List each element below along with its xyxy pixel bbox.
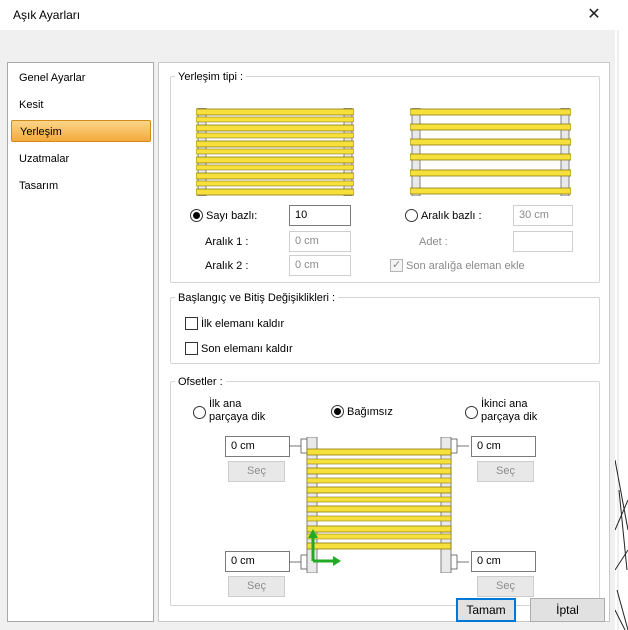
dialog-client: Genel Ayarlar Kesit Yerleşim Uzatmalar T…	[0, 30, 615, 630]
title-bar: Aşık Ayarları ✕	[0, 0, 628, 30]
bottom-left-offset-input[interactable]: 0 cm	[225, 551, 290, 572]
spacing2-input[interactable]: 0 cm	[289, 255, 351, 276]
count-based-diagram	[196, 108, 354, 196]
top-right-offset-input[interactable]: 0 cm	[471, 436, 536, 457]
nav-list: Genel Ayarlar Kesit Yerleşim Uzatmalar T…	[7, 62, 154, 622]
nav-item-design[interactable]: Tasarım	[11, 175, 151, 197]
background-drawing	[615, 30, 628, 630]
background-window-strip	[615, 30, 628, 630]
remove-first-checkbox[interactable]	[185, 317, 198, 330]
remove-last-label: Son elemanı kaldır	[201, 343, 293, 355]
nav-item-section[interactable]: Kesit	[11, 94, 151, 116]
bottom-left-select-button[interactable]: Seç	[228, 576, 285, 597]
spacing2-label: Aralık 2 :	[205, 260, 249, 272]
endchanges-group-title: Başlangıç ve Bitiş Değişiklikleri :	[175, 292, 339, 304]
placement-group-title: Yerleşim tipi :	[175, 71, 247, 83]
close-icon[interactable]: ✕	[582, 4, 606, 26]
second-perp-label-line1: İkinci ana	[481, 398, 528, 410]
window-title: Aşık Ayarları	[13, 8, 81, 22]
bottom-right-offset-input[interactable]: 0 cm	[471, 551, 536, 572]
cancel-button[interactable]: İptal	[530, 598, 605, 622]
spacing-based-radio[interactable]	[405, 209, 418, 222]
count-field[interactable]	[513, 231, 573, 252]
spacing1-label: Aralık 1 :	[205, 236, 249, 248]
independent-radio[interactable]	[331, 405, 344, 418]
spacing-input[interactable]: 30 cm	[513, 205, 573, 226]
spacing-based-diagram	[410, 108, 571, 196]
count-input[interactable]: 10	[289, 205, 351, 226]
first-perp-label-line1: İlk ana	[209, 398, 242, 410]
nav-item-label: Genel Ayarlar	[19, 72, 86, 84]
nav-item-label: Kesit	[19, 99, 44, 111]
add-last-label: Son aralığa eleman ekle	[406, 260, 525, 272]
offset-diagram	[289, 437, 469, 573]
ok-button[interactable]: Tamam	[456, 598, 516, 622]
nav-item-extensions[interactable]: Uzatmalar	[11, 148, 151, 170]
remove-first-label: İlk elemanı kaldır	[201, 318, 285, 330]
spacing-based-label: Aralık bazlı :	[421, 210, 482, 222]
count-based-radio[interactable]	[190, 209, 203, 222]
spacing1-input[interactable]: 0 cm	[289, 231, 351, 252]
second-perp-radio[interactable]	[465, 406, 478, 419]
count-based-label: Sayı bazlı:	[206, 210, 258, 222]
first-perp-label-line2: parçaya dik	[209, 411, 266, 423]
top-left-select-button[interactable]: Seç	[228, 461, 285, 482]
nav-item-label: Uzatmalar	[19, 153, 70, 165]
bottom-right-select-button[interactable]: Seç	[477, 576, 534, 597]
independent-label: Bağımsız	[347, 406, 393, 418]
content-panel: Yerleşim tipi : Sayı bazlı: 10 Aralık 1 …	[158, 62, 610, 622]
top-right-select-button[interactable]: Seç	[477, 461, 534, 482]
remove-last-checkbox[interactable]	[185, 342, 198, 355]
offsets-group-title: Ofsetler :	[175, 376, 226, 388]
add-last-checkbox[interactable]	[390, 258, 403, 272]
second-perp-label-line2: parçaya dik	[481, 411, 538, 423]
nav-item-label: Yerleşim	[20, 126, 62, 138]
nav-item-label: Tasarım	[19, 180, 59, 192]
top-left-offset-input[interactable]: 0 cm	[225, 436, 290, 457]
count-label: Adet :	[419, 236, 448, 248]
nav-item-general[interactable]: Genel Ayarlar	[11, 67, 151, 89]
first-perp-radio[interactable]	[193, 406, 206, 419]
nav-item-placement[interactable]: Yerleşim	[11, 120, 151, 142]
